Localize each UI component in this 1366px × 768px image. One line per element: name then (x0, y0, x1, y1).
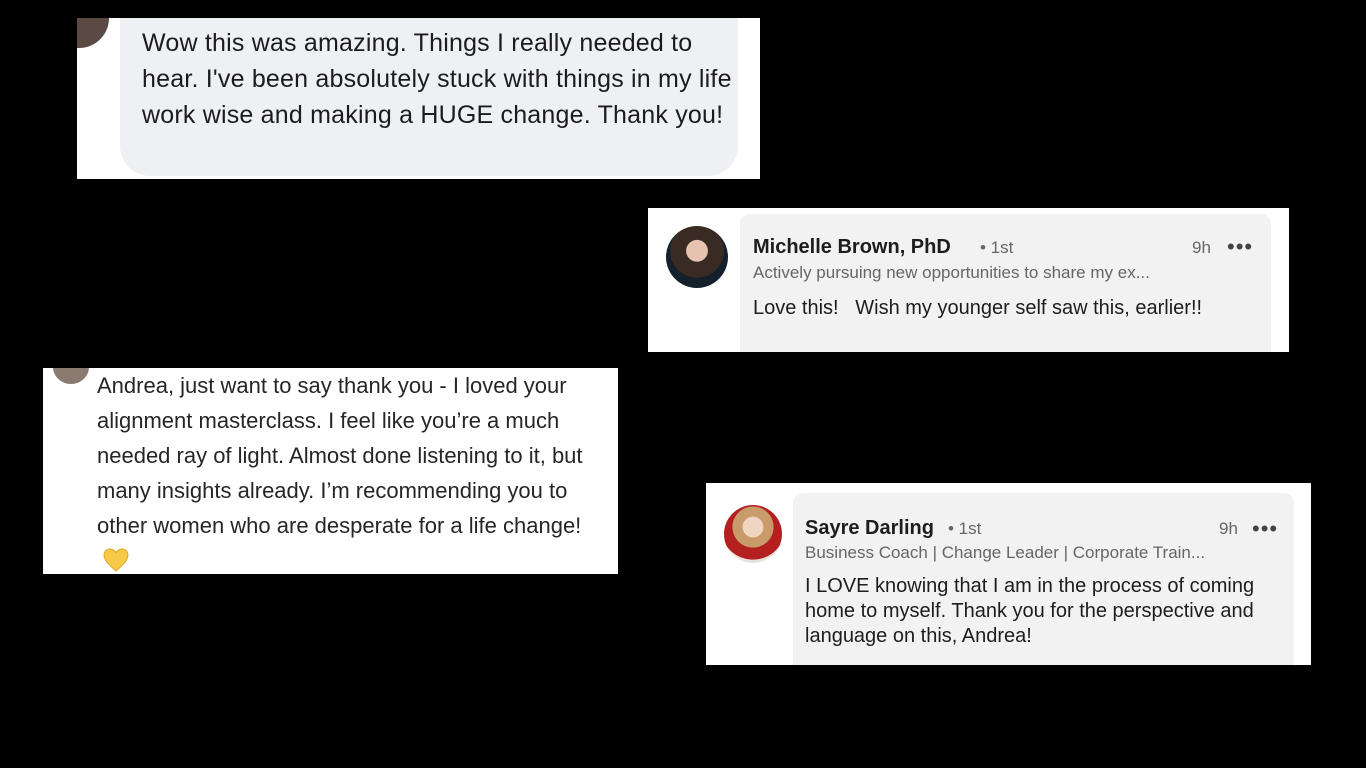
comment-time: 9h (1219, 519, 1238, 538)
testimonial-card-1: Wow this was amazing. Things I really ne… (77, 18, 760, 179)
commenter-headline: Actively pursuing new opportunities to s… (753, 263, 1150, 282)
comment-bubble: Wow this was amazing. Things I really ne… (120, 18, 738, 176)
more-options-icon[interactable]: ••• (1252, 518, 1278, 540)
avatar[interactable] (77, 18, 109, 48)
comment-body: Andrea, just want to say thank you - I l… (97, 373, 583, 538)
comment-panel: Michelle Brown, PhD • 1st 9h ••• Activel… (740, 214, 1271, 352)
testimonial-card-2: Michelle Brown, PhD • 1st 9h ••• Activel… (648, 208, 1289, 352)
testimonial-card-3: Andrea, just want to say thank you - I l… (43, 368, 618, 574)
comment-text: I LOVE knowing that I am in the process … (805, 575, 1255, 647)
avatar[interactable] (724, 505, 782, 563)
commenter-headline: Business Coach | Change Leader | Corpora… (805, 543, 1206, 562)
connection-degree: • 1st (980, 238, 1014, 257)
comment-text: Andrea, just want to say thank you - I l… (97, 368, 612, 574)
comment-text: Love this! Wish my younger self saw this… (753, 297, 1203, 319)
avatar[interactable] (53, 368, 89, 384)
commenter-name[interactable]: Michelle Brown, PhD (753, 236, 951, 259)
comment-text: Wow this was amazing. Things I really ne… (142, 29, 732, 129)
avatar[interactable] (666, 226, 728, 288)
comment-panel: Sayre Darling • 1st 9h ••• Business Coac… (793, 493, 1294, 665)
more-options-icon[interactable]: ••• (1227, 236, 1253, 258)
testimonial-card-4: Sayre Darling • 1st 9h ••• Business Coac… (706, 483, 1311, 665)
comment-time: 9h (1192, 238, 1211, 257)
yellow-heart-icon (103, 548, 129, 572)
commenter-name[interactable]: Sayre Darling (805, 517, 934, 540)
connection-degree: • 1st (948, 519, 982, 538)
